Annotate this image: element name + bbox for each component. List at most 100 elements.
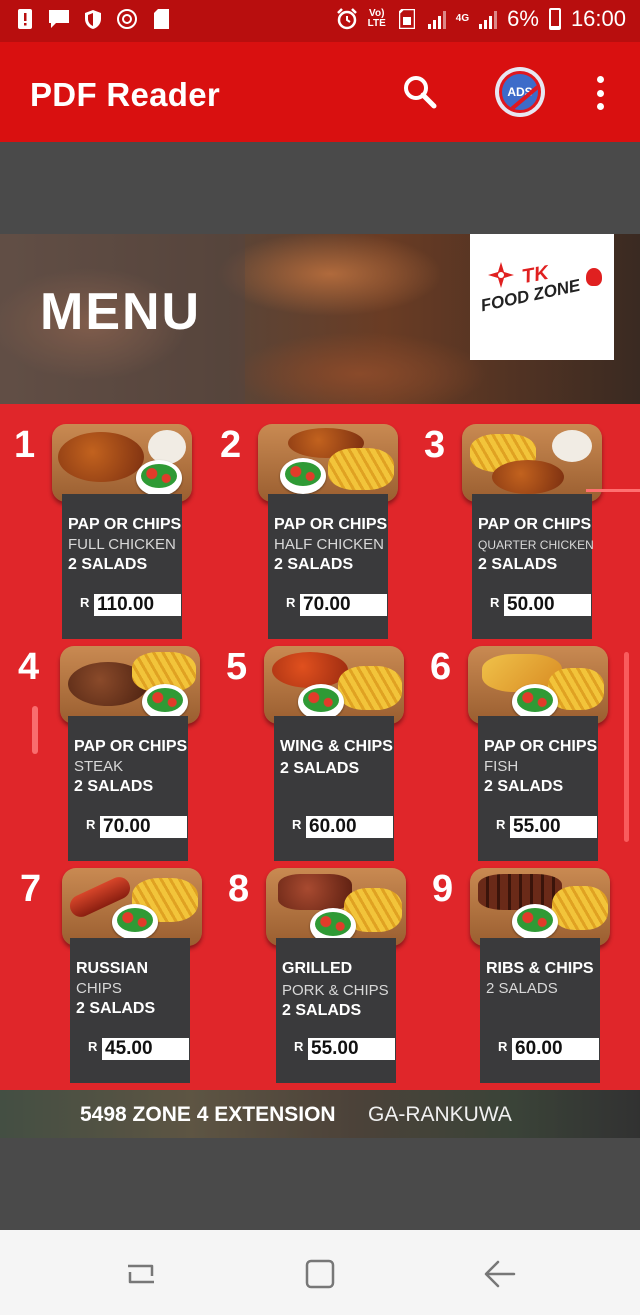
food-board (264, 646, 404, 724)
item-price: 60.00 (512, 1038, 599, 1060)
food-board (462, 424, 602, 502)
menu-item: 4 PAP OR CHIPS STEAK 2 SALADS R 70.00 (18, 646, 228, 876)
item-line1: PAP OR CHIPS (478, 516, 592, 533)
home-button[interactable] (296, 1252, 346, 1296)
message-icon (48, 8, 70, 30)
app-bar: PDF Reader ADS (0, 42, 640, 142)
menu-item: 8 GRILLED PORK & CHIPS 2 SALADS R 55.00 (228, 868, 438, 1098)
item-line1: WING & CHIPS (280, 738, 393, 755)
alarm-icon (336, 8, 358, 30)
shield-icon (82, 8, 104, 30)
item-card: WING & CHIPS 2 SALADS R 60.00 (274, 716, 394, 861)
recent-apps-icon (128, 1264, 154, 1284)
menu-item: 9 RIBS & CHIPS 2 SALADS R 60.00 (432, 868, 640, 1098)
item-line1: GRILLED (282, 960, 353, 977)
item-price: 110.00 (94, 594, 181, 616)
item-card: PAP OR CHIPS FISH 2 SALADS R 55.00 (478, 716, 598, 861)
item-price: 55.00 (510, 816, 597, 838)
item-line2: CHIPS (76, 980, 122, 997)
menu-heading: MENU (40, 283, 202, 341)
item-line2: HALF CHICKEN (274, 536, 385, 553)
menu-item: 1 PAP OR CHIPS FULL CHICKEN 2 SALADS R 1… (14, 424, 224, 654)
battery-percent: 6% (507, 6, 539, 31)
cutlery-icon (488, 262, 514, 288)
sync-icon (116, 8, 138, 30)
item-price: 45.00 (102, 1038, 189, 1060)
recent-apps-button[interactable] (116, 1252, 166, 1296)
item-line3: 2 SALADS (74, 778, 154, 795)
food-board (60, 646, 200, 724)
address-banner: 5498 ZONE 4 EXTENSION GA-RANKUWA (0, 1090, 640, 1138)
item-number: 3 (424, 424, 446, 466)
more-options-button[interactable] (588, 76, 612, 110)
food-board (470, 868, 610, 946)
food-board (258, 424, 398, 502)
item-card: RIBS & CHIPS 2 SALADS R 60.00 (480, 938, 600, 1083)
page-edge-marker (586, 489, 640, 492)
food-board (266, 868, 406, 946)
item-line1: PAP OR CHIPS (484, 738, 598, 755)
search-button[interactable] (398, 70, 442, 114)
item-line3: 2 SALADS (484, 778, 564, 795)
item-number: 1 (14, 424, 36, 466)
flame-icon (586, 268, 602, 286)
remove-ads-button[interactable]: ADS (495, 67, 545, 117)
item-line1: PAP OR CHIPS (274, 516, 388, 533)
sd-card-icon (150, 8, 172, 30)
notification-icons (14, 8, 172, 30)
item-line3: 2 SALADS (76, 1000, 156, 1017)
scrollbar[interactable] (624, 652, 629, 842)
currency-symbol: R (80, 595, 90, 610)
currency-symbol: R (490, 595, 500, 610)
currency-symbol: R (498, 1039, 508, 1054)
back-button[interactable] (476, 1252, 526, 1296)
currency-symbol: R (294, 1039, 304, 1054)
page-edge-marker (32, 706, 38, 754)
item-card: RUSSIAN CHIPS 2 SALADS R 45.00 (70, 938, 190, 1083)
restaurant-logo: TK FOOD ZONE (470, 234, 614, 360)
alert-icon (14, 8, 36, 30)
item-card: GRILLED PORK & CHIPS 2 SALADS R 55.00 (276, 938, 396, 1083)
currency-symbol: R (496, 817, 506, 832)
item-price: 55.00 (308, 1038, 395, 1060)
menu-banner: MENU TK FOOD ZONE (0, 234, 640, 404)
battery-icon (548, 8, 561, 30)
item-line1: PAP OR CHIPS (74, 738, 188, 755)
item-line1: PAP OR CHIPS (68, 516, 182, 533)
menu-item: 3 PAP OR CHIPS QUARTER CHICKEN 2 SALADS … (424, 424, 634, 654)
item-line2: 2 SALADS (486, 980, 558, 997)
item-line2: STEAK (74, 758, 124, 775)
sim-icon (396, 8, 418, 30)
currency-symbol: R (286, 595, 296, 610)
currency-symbol: R (292, 817, 302, 832)
item-line2: FISH (484, 758, 519, 775)
status-right: Vo) LTE 4G 6% 16:00 (336, 6, 626, 32)
address-street: 5498 ZONE 4 EXTENSION (80, 1103, 336, 1126)
item-price: 60.00 (306, 816, 393, 838)
item-line1: RIBS & CHIPS (486, 960, 594, 977)
signal-strength-icon-2 (479, 9, 498, 29)
item-price: 70.00 (100, 816, 187, 838)
item-line3: 2 SALADS (282, 1002, 362, 1019)
item-line2: QUARTER CHICKEN (478, 538, 594, 552)
menu-item: 6 PAP OR CHIPS FISH 2 SALADS R 55.00 (430, 646, 640, 876)
navigation-bar (0, 1230, 640, 1315)
food-board (468, 646, 608, 724)
clock: 16:00 (570, 6, 626, 31)
menu-item: 7 RUSSIAN CHIPS 2 SALADS R 45.00 (20, 868, 230, 1098)
item-card: PAP OR CHIPS HALF CHICKEN 2 SALADS R 70.… (268, 494, 388, 639)
food-board (52, 424, 192, 502)
menu-item: 5 WING & CHIPS 2 SALADS R 60.00 (226, 646, 436, 876)
item-number: 8 (228, 868, 250, 910)
menu-panel: 1 PAP OR CHIPS FULL CHICKEN 2 SALADS R 1… (0, 404, 640, 1090)
home-icon (305, 1259, 335, 1289)
volte-label-bottom: LTE (367, 18, 386, 29)
app-title: PDF Reader (30, 76, 221, 113)
item-line3: 2 SALADS (478, 556, 558, 573)
item-line3: 2 SALADS (68, 556, 148, 573)
item-card: PAP OR CHIPS FULL CHICKEN 2 SALADS R 110… (62, 494, 182, 639)
more-dot-icon (596, 89, 604, 97)
address-area: GA-RANKUWA (368, 1103, 512, 1126)
item-number: 2 (220, 424, 242, 466)
item-number: 9 (432, 868, 454, 910)
